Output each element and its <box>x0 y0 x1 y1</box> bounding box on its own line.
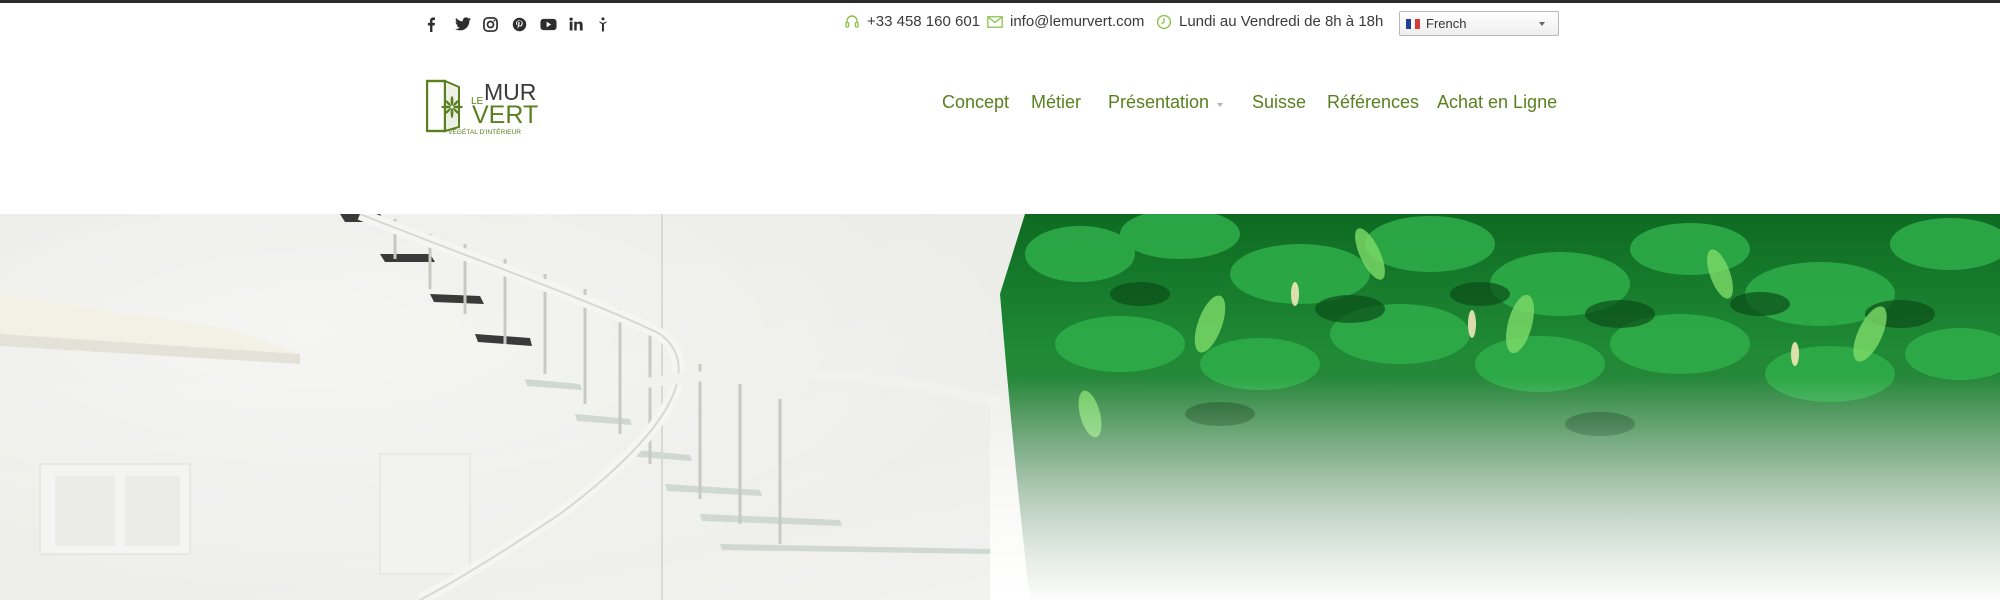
nav-item-presentation-label: Présentation <box>1108 92 1210 112</box>
nav-item-presentation[interactable]: Présentation <box>1108 92 1224 113</box>
contact-email[interactable]: info@lemurvert.com <box>987 13 1144 30</box>
language-select-value: French <box>1426 16 1467 31</box>
nav-item-achat-en-ligne[interactable]: Achat en Ligne <box>1437 92 1557 113</box>
twitter-icon[interactable] <box>454 13 484 35</box>
top-bar: +33 458 160 601 info@lemurvert.com Lundi… <box>0 3 2000 43</box>
contact-phone-text: +33 458 160 601 <box>867 13 981 30</box>
hero-banner <box>0 214 2000 600</box>
french-flag-icon <box>1406 18 1421 29</box>
facebook-icon[interactable] <box>426 13 455 35</box>
chevron-down-icon <box>1217 102 1224 107</box>
chevron-down-icon <box>1539 22 1545 26</box>
linkedin-icon[interactable] <box>568 13 598 35</box>
contact-phone[interactable]: +33 458 160 601 <box>844 13 980 30</box>
nav-item-suisse[interactable]: Suisse <box>1252 92 1306 113</box>
youtube-icon[interactable] <box>540 13 569 35</box>
contact-email-text: info@lemurvert.com <box>1010 13 1145 30</box>
fashion-icon[interactable] <box>597 13 626 35</box>
instagram-icon[interactable] <box>483 13 512 35</box>
pinterest-icon[interactable] <box>512 13 541 35</box>
contact-hours-text: Lundi au Vendredi de 8h à 18h <box>1179 13 1384 30</box>
envelope-icon <box>987 15 1003 28</box>
main-nav: Concept Métier Présentation Suisse Référ… <box>0 92 2000 122</box>
page: +33 458 160 601 info@lemurvert.com Lundi… <box>0 0 2000 600</box>
nav-item-metier[interactable]: Métier <box>1031 92 1081 113</box>
clock-icon <box>1156 14 1172 30</box>
social-links <box>426 13 626 35</box>
logo-tagline: VÉGÉTAL D'INTÉRIEUR <box>448 127 521 136</box>
hero-image <box>0 214 2000 600</box>
contact-hours: Lundi au Vendredi de 8h à 18h <box>1156 13 1383 30</box>
nav-item-concept[interactable]: Concept <box>942 92 1009 113</box>
headset-icon <box>844 14 860 30</box>
nav-item-references[interactable]: Références <box>1327 92 1419 113</box>
language-select[interactable]: French <box>1399 11 1559 36</box>
